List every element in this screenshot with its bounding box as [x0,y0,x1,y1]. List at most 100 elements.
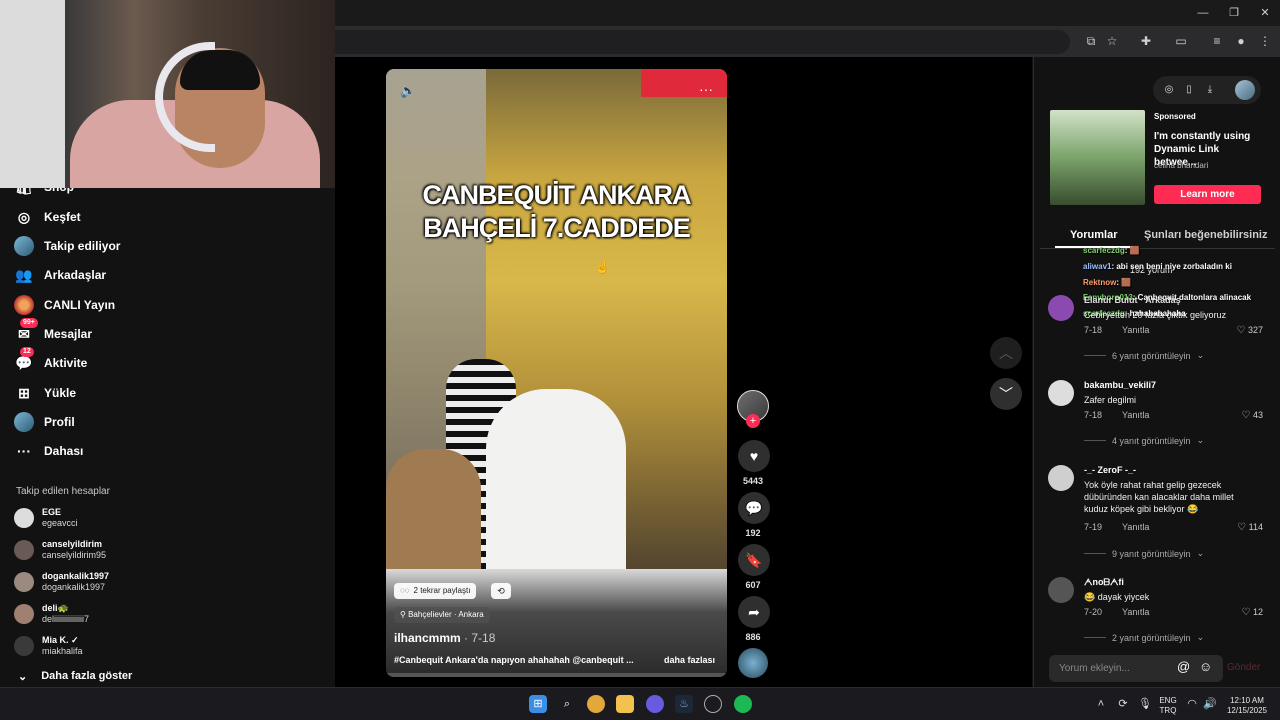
next-video-chevron-down-icon[interactable]: ﹀ [990,378,1022,410]
comment-author[interactable]: Elanur Bulut · Arkadaş [1084,295,1181,305]
avatar[interactable] [1048,465,1074,491]
video-player[interactable]: 🔈 ··· CANBEQUİT ANKARA BAHÇELİ 7.CADDEDE… [386,69,727,677]
music-disc-icon[interactable] [738,648,768,678]
author-name: ilhancmmm [394,631,461,645]
wifi-icon[interactable]: ◠ [1183,695,1201,713]
spotify-icon[interactable] [734,695,752,713]
phone-icon[interactable]: ▯ [1181,82,1197,98]
comment-like-count: 327 [1247,325,1263,335]
minimize-icon[interactable]: — [1188,4,1218,22]
language-secondary: TRQ [1159,706,1177,715]
emoji-icon[interactable]: ☺ [1199,659,1212,674]
view-replies-button[interactable]: 6 yanıt görüntüleyin ⌄ [1084,350,1204,361]
previous-video-chevron-up-icon[interactable]: ︿ [990,337,1022,369]
chrome-icon[interactable] [587,695,605,713]
sidebar-item-label: Aktivite [44,356,88,370]
comment-like[interactable]: ♡ 327 [1236,325,1263,336]
extensions-icon[interactable]: ✚ [1137,32,1155,50]
microphone-icon[interactable]: 🎙 [1136,695,1154,713]
discord-icon[interactable] [646,695,664,713]
language-indicator[interactable]: ENG TRQ [1155,696,1181,716]
volume-icon[interactable]: 🔈 [400,83,416,99]
comment-author[interactable]: ᗅnoᗷᗅfi [1084,577,1124,588]
comment-author[interactable]: -_- ZeroF -_- [1084,465,1136,475]
reply-button[interactable]: Yanıtla [1122,522,1149,532]
volume-icon[interactable]: 🔊 [1201,695,1219,713]
video-progress-bar[interactable] [386,673,727,677]
view-replies-button[interactable]: 4 yanıt görüntüleyin ⌄ [1084,435,1204,446]
show-more-button[interactable]: ⌄ Daha fazla göster [18,670,132,683]
address-bar[interactable] [300,30,1070,54]
restore-icon[interactable]: ❐ [1219,4,1249,22]
comment-icon[interactable]: 💬 [738,492,770,524]
account-handle: miakhalifa [42,646,83,656]
view-replies-button[interactable]: 2 yanıt görüntüleyin ⌄ [1084,632,1204,643]
media-icon[interactable]: ≡ [1208,32,1226,50]
windows-start-icon[interactable]: ⊞ [529,695,547,713]
comment-like[interactable]: ♡ 12 [1242,607,1264,618]
download-icon[interactable]: ⤓ [1202,82,1218,98]
share-arrow-icon[interactable]: ➦ [738,596,770,628]
reply-button[interactable]: Yanıtla [1122,607,1149,617]
reply-button[interactable]: Yanıtla [1122,410,1149,420]
app-icon[interactable] [704,695,722,713]
tab-you-may-like[interactable]: Şunları beğenebilirsiniz [1144,229,1267,241]
sidebar-item-messages[interactable]: ✉ 99+ Mesajlar [14,318,92,345]
profile-icon[interactable]: ● [1232,32,1250,50]
sidebar-item-following[interactable]: Takip ediliyor [14,235,120,257]
sidebar-item-activity[interactable]: 💬 12 Aktivite [14,347,88,374]
followed-account[interactable]: canselyildirim canselyildirim95 [14,539,106,561]
tab-comments[interactable]: Yorumlar [1070,229,1117,241]
sidebar-item-upload[interactable]: ⊞ Yükle [14,382,76,404]
avatar[interactable] [1048,380,1074,406]
avatar[interactable] [1048,577,1074,603]
comment-like[interactable]: ♡ 114 [1237,522,1263,533]
user-avatar[interactable] [1235,80,1255,100]
comment-item: bakambu_vekili7 Zafer degilmi 7-18 Yanıtl… [1048,380,1263,450]
view-replies-button[interactable]: 9 yanıt görüntüleyin ⌄ [1084,548,1204,559]
search-icon[interactable]: ⌕ [558,695,576,713]
sidebar-item-live[interactable]: CANLI Yayın [14,294,115,316]
followed-account[interactable]: EGE egeavcci [14,507,78,529]
learn-more-button[interactable]: Learn more [1154,185,1261,204]
send-button[interactable]: Gönder [1227,662,1260,673]
ad-thumbnail[interactable] [1050,110,1145,205]
followed-account[interactable]: dogankalik1997 dogankalik1997 [14,571,109,593]
like-heart-icon[interactable]: ♥ [738,440,770,472]
comment-author[interactable]: bakambu_vekili7 [1084,380,1156,390]
sidebar-item-profile[interactable]: Profil [14,411,75,433]
clock[interactable]: 12:10 AM 12/15/2025 [1222,696,1272,716]
bookmark-icon[interactable]: 🔖 [738,544,770,576]
comment-input[interactable] [1059,660,1169,677]
close-icon[interactable]: ✕ [1250,4,1280,22]
repost-icon[interactable]: ⟲ [491,583,511,599]
follow-plus-icon[interactable]: + [746,414,760,428]
file-explorer-icon[interactable] [616,695,634,713]
sidebar-item-friends[interactable]: 👥 Arkadaşlar [14,264,106,286]
comment-like[interactable]: ♡ 43 [1242,410,1264,421]
steam-icon[interactable]: ♨ [675,695,693,713]
sidebar-item-explore[interactable]: ◎ Keşfet [14,206,81,228]
followed-account[interactable]: Mia K. ✓ miakhalifa [14,635,83,657]
sidebar-item-label: Profil [44,415,75,429]
cast-icon[interactable]: ▭ [1172,32,1190,50]
menu-kebab-icon[interactable]: ⋮ [1256,32,1274,50]
caption-more-link[interactable]: daha fazlası [664,655,715,665]
coin-icon[interactable]: ◎ [1161,82,1177,98]
sidebar-item-label: Keşfet [44,210,81,224]
followed-account[interactable]: deli🐢 deliiiiiiiiiiiiiii7 [14,603,89,625]
tray-chevron-up-icon[interactable]: ˄ [1092,695,1110,713]
bookmark-star-icon[interactable]: ☆ [1103,32,1121,50]
avatar[interactable] [1048,295,1074,321]
repost-info[interactable]: ◌◌ 2 tekrar paylaştı [394,583,477,599]
sidebar-item-more[interactable]: ··· Dahası [14,440,83,462]
divider [1084,355,1106,356]
divider [1084,440,1106,441]
reply-button[interactable]: Yanıtla [1122,325,1149,335]
location-tag[interactable]: ⚲ Bahçelievler · Ankara [394,607,490,623]
video-author[interactable]: ilhancmmm · 7-18 [394,631,495,645]
mention-at-icon[interactable]: @ [1177,659,1190,674]
more-options-icon[interactable]: ··· [699,81,713,97]
install-icon[interactable]: ⧉ [1082,32,1100,50]
sync-icon[interactable]: ⟳ [1114,695,1132,713]
